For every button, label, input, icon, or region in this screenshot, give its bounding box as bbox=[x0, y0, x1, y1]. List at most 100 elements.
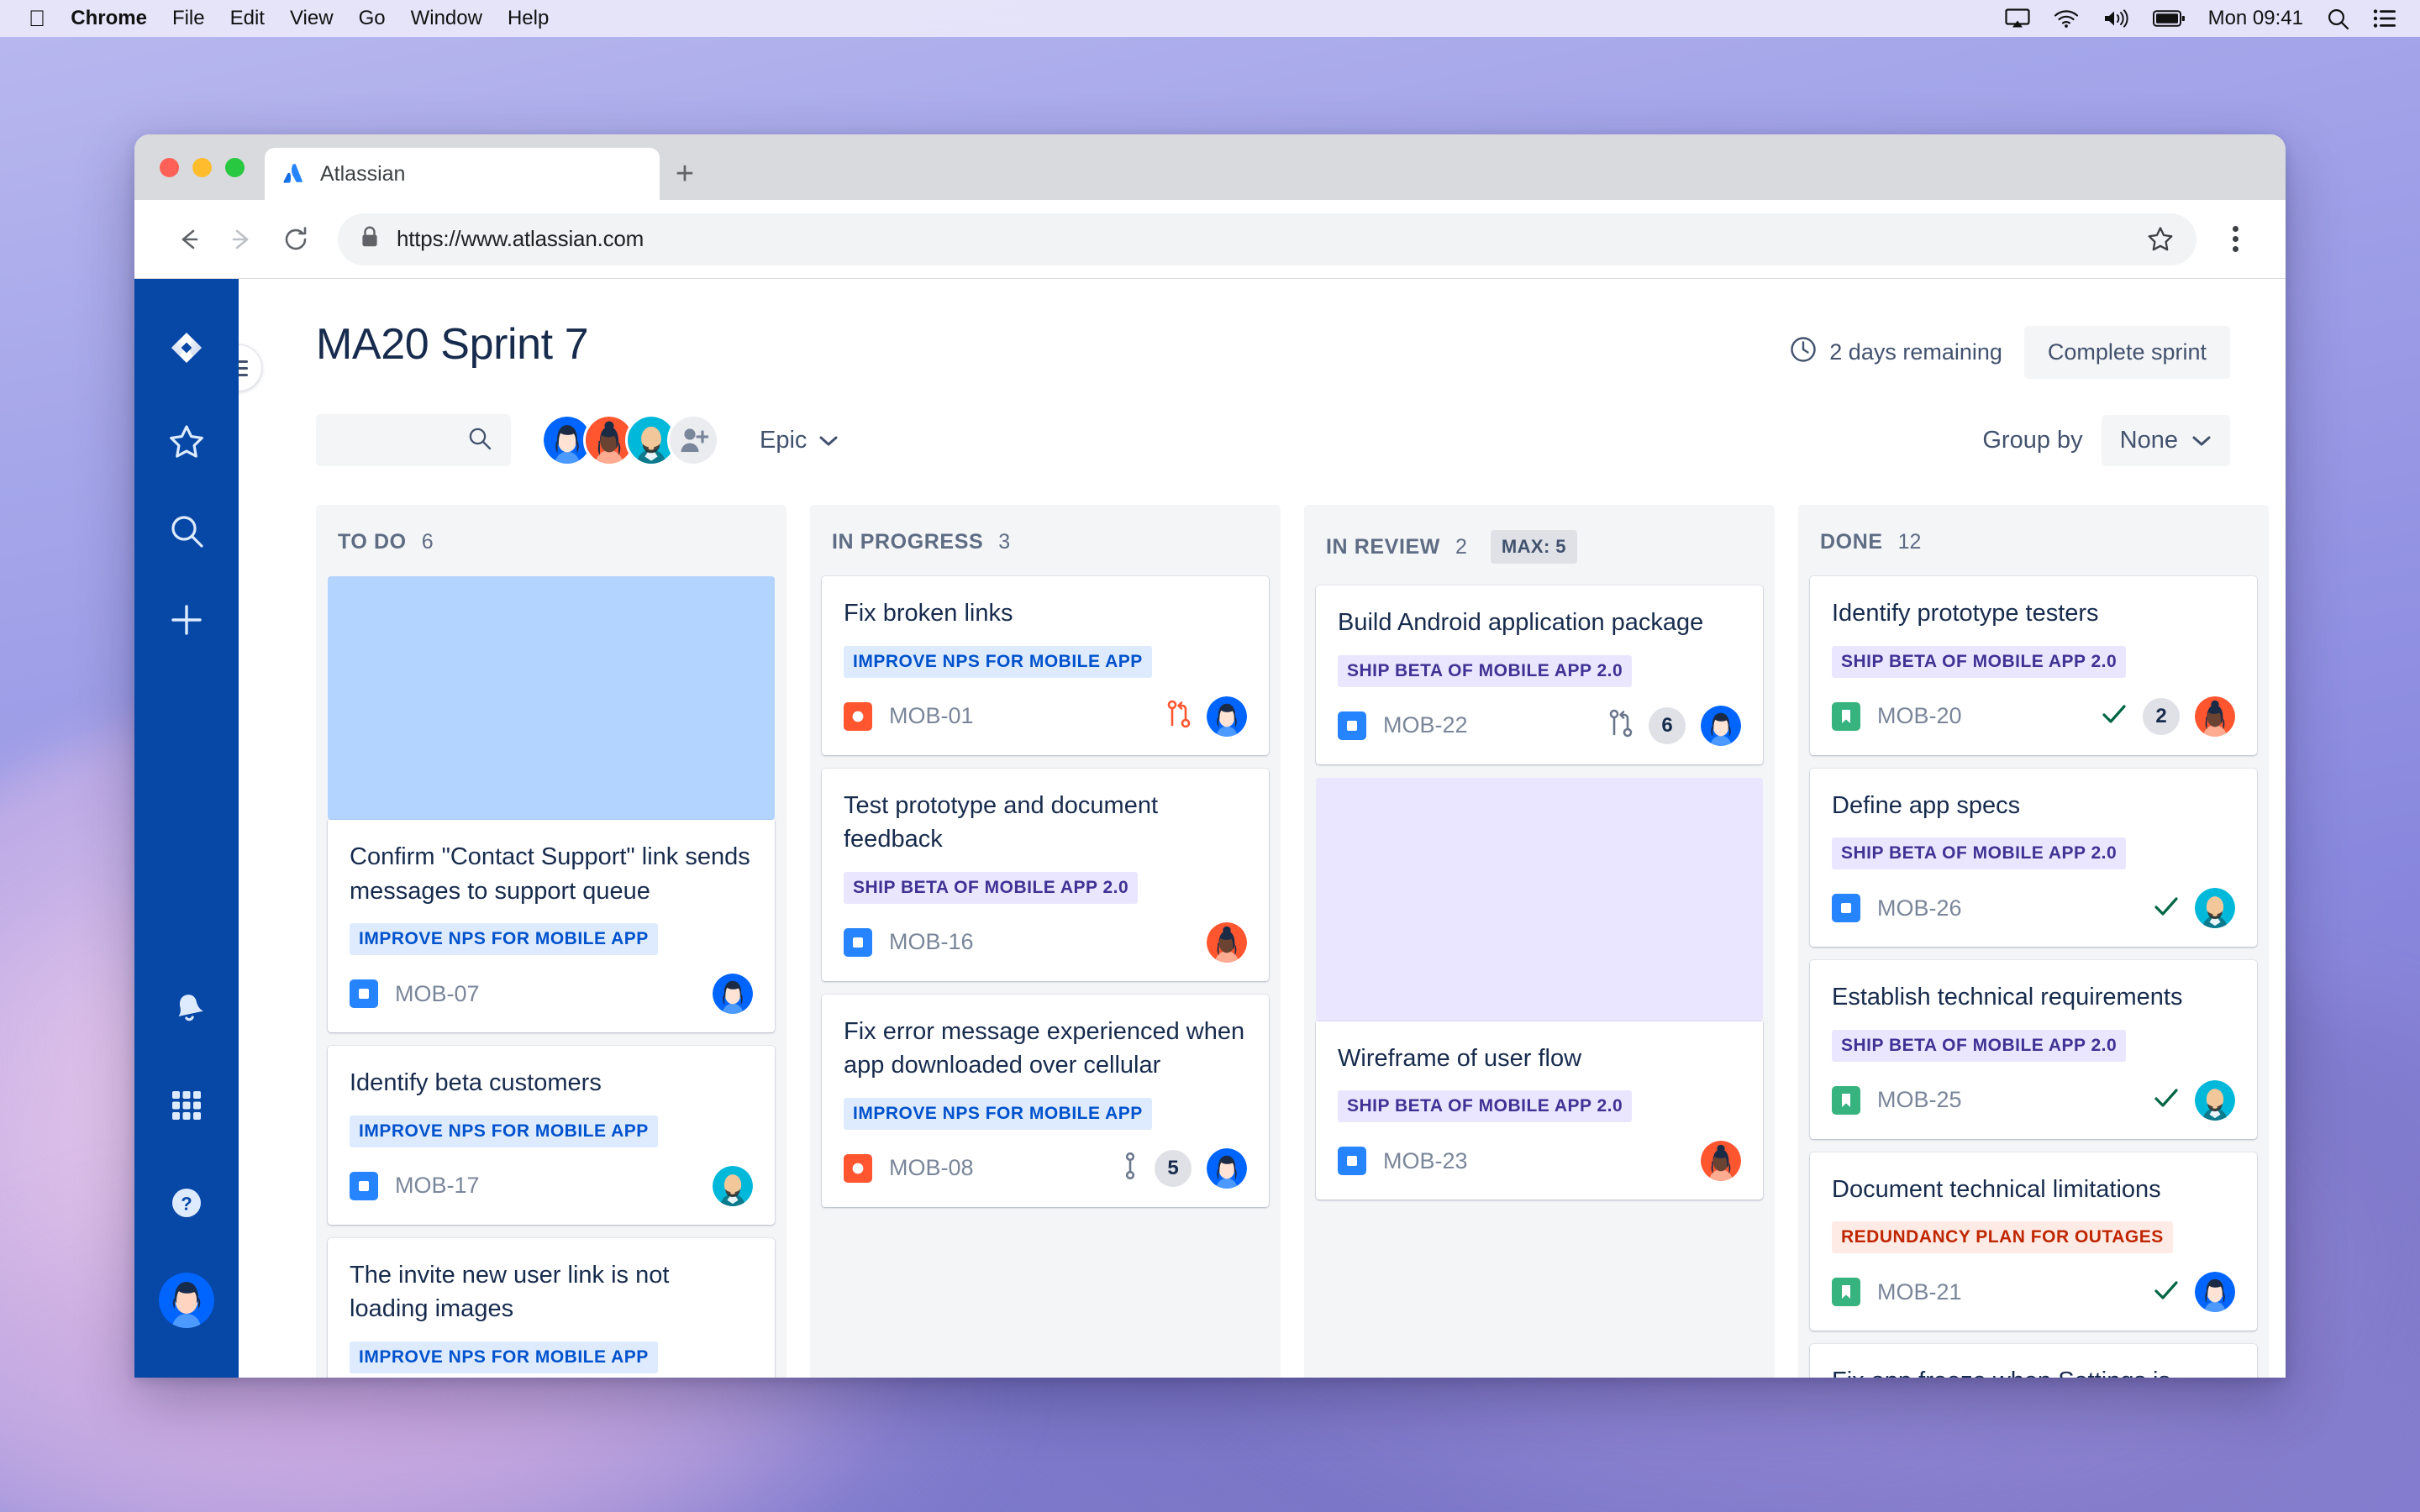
group-by-dropdown[interactable]: None bbox=[2101, 414, 2230, 466]
complete-sprint-button[interactable]: Complete sprint bbox=[2023, 326, 2230, 379]
epic-filter-dropdown[interactable]: Epic bbox=[760, 427, 839, 454]
airplay-icon[interactable] bbox=[2004, 8, 2030, 29]
search-icon[interactable] bbox=[2327, 8, 2349, 30]
menu-item-window[interactable]: Window bbox=[411, 7, 482, 30]
estimate-badge[interactable]: 2 bbox=[2143, 697, 2180, 735]
add-person-icon[interactable] bbox=[667, 414, 719, 466]
menu-item-help[interactable]: Help bbox=[508, 7, 549, 30]
menu-item-view[interactable]: View bbox=[290, 7, 334, 30]
menu-item-go[interactable]: Go bbox=[359, 7, 386, 30]
avatar-blue-woman[interactable] bbox=[1701, 705, 1741, 746]
close-window-button[interactable] bbox=[160, 157, 179, 177]
avatar-orange-woman[interactable] bbox=[1701, 1141, 1741, 1182]
issue-card[interactable]: Establish technical requirements SHIP BE… bbox=[1810, 960, 2257, 1139]
epic-badge[interactable]: SHIP BETA OF MOBILE APP 2.0 bbox=[844, 871, 1139, 904]
epic-badge[interactable]: SHIP BETA OF MOBILE APP 2.0 bbox=[1832, 837, 2127, 870]
issue-card[interactable]: Build Android application package SHIP B… bbox=[1316, 585, 1763, 764]
epic-badge[interactable]: REDUNDANCY PLAN FOR OUTAGES bbox=[1832, 1221, 2173, 1254]
avatar-teal-man[interactable] bbox=[2195, 1079, 2235, 1121]
issue-key[interactable]: MOB-26 bbox=[1877, 895, 1962, 921]
address-bar[interactable]: https://www.atlassian.com bbox=[338, 213, 2196, 265]
menu-item-chrome[interactable]: Chrome bbox=[71, 7, 147, 30]
menu-bar-clock[interactable]: Mon 09:41 bbox=[2208, 7, 2303, 30]
maximize-window-button[interactable] bbox=[225, 157, 245, 177]
issue-key[interactable]: MOB-16 bbox=[889, 929, 974, 955]
new-tab-button[interactable]: + bbox=[660, 148, 710, 200]
issue-card[interactable]: Define app specs SHIP BETA OF MOBILE APP… bbox=[1810, 768, 2257, 948]
forward-arrow-icon[interactable] bbox=[215, 213, 269, 266]
issue-card[interactable]: Identify prototype testers SHIP BETA OF … bbox=[1810, 576, 2257, 755]
story-type-icon bbox=[350, 979, 378, 1009]
issue-key[interactable]: MOB-23 bbox=[1383, 1148, 1468, 1174]
help-icon[interactable]: ? bbox=[156, 1173, 217, 1233]
check-green-icon bbox=[2153, 1086, 2180, 1114]
epic-badge[interactable]: IMPROVE NPS FOR MOBILE APP bbox=[350, 923, 658, 956]
avatar-orange-woman[interactable] bbox=[2195, 696, 2235, 737]
epic-badge[interactable]: SHIP BETA OF MOBILE APP 2.0 bbox=[1338, 654, 1633, 687]
avatar-blue-woman[interactable] bbox=[1207, 696, 1247, 737]
estimate-badge[interactable]: 6 bbox=[1649, 706, 1686, 744]
menu-item-edit[interactable]: Edit bbox=[230, 7, 265, 30]
issue-card[interactable]: Document technical limitations REDUNDANC… bbox=[1810, 1152, 2257, 1331]
issue-card[interactable]: The invite new user link is not loading … bbox=[328, 1237, 775, 1378]
column-cards[interactable]: Confirm "Contact Support" link sends mes… bbox=[316, 576, 786, 1378]
epic-badge[interactable]: IMPROVE NPS FOR MOBILE APP bbox=[350, 1341, 658, 1373]
notifications-bell-icon[interactable] bbox=[156, 978, 217, 1038]
epic-badge[interactable]: SHIP BETA OF MOBILE APP 2.0 bbox=[1832, 645, 2127, 678]
issue-card[interactable]: Fix app freeze when Settings is clicked bbox=[1810, 1344, 2257, 1378]
minimize-window-button[interactable] bbox=[192, 157, 212, 177]
epic-badge[interactable]: IMPROVE NPS FOR MOBILE APP bbox=[844, 645, 1152, 678]
control-center-icon[interactable] bbox=[2373, 8, 2396, 29]
pull-request-grey-icon[interactable] bbox=[1608, 709, 1634, 742]
issue-card[interactable]: Fix error message experienced when app d… bbox=[822, 994, 1269, 1207]
search-input[interactable] bbox=[316, 414, 511, 466]
avatar-blue-woman[interactable] bbox=[2195, 1272, 2235, 1313]
battery-icon[interactable] bbox=[2152, 10, 2185, 27]
starred-icon[interactable] bbox=[156, 412, 217, 472]
estimate-badge[interactable]: 5 bbox=[1155, 1149, 1192, 1187]
issue-card[interactable]: Wireframe of user flow SHIP BETA OF MOBI… bbox=[1316, 1021, 1763, 1200]
menu-item-file[interactable]: File bbox=[172, 7, 205, 30]
issue-card[interactable]: Identify beta customers IMPROVE NPS FOR … bbox=[328, 1046, 775, 1225]
branch-grey-icon[interactable] bbox=[1121, 1152, 1139, 1184]
issue-key[interactable]: MOB-22 bbox=[1383, 712, 1468, 738]
create-icon[interactable] bbox=[156, 590, 217, 650]
volume-icon[interactable] bbox=[2102, 8, 2129, 29]
issue-key[interactable]: MOB-08 bbox=[889, 1155, 974, 1181]
chrome-browser-window: Atlassian + https://www.atlassian.com ? … bbox=[134, 134, 2286, 1378]
column-cards[interactable]: Identify prototype testers SHIP BETA OF … bbox=[1798, 576, 2269, 1378]
column-cards[interactable]: Fix broken links IMPROVE NPS FOR MOBILE … bbox=[810, 576, 1281, 1378]
search-icon[interactable] bbox=[156, 501, 217, 561]
epic-badge[interactable]: SHIP BETA OF MOBILE APP 2.0 bbox=[1338, 1090, 1633, 1123]
profile-avatar[interactable] bbox=[156, 1270, 217, 1331]
avatar-blue-woman[interactable] bbox=[1207, 1147, 1247, 1189]
column-cards[interactable]: Build Android application package SHIP B… bbox=[1304, 585, 1775, 1378]
jira-logo-icon[interactable] bbox=[156, 323, 217, 383]
back-arrow-icon[interactable] bbox=[161, 213, 215, 266]
epic-badge[interactable]: IMPROVE NPS FOR MOBILE APP bbox=[844, 1097, 1152, 1130]
issue-card[interactable]: Fix broken links IMPROVE NPS FOR MOBILE … bbox=[822, 576, 1269, 755]
browser-tab-atlassian[interactable]: Atlassian bbox=[265, 148, 660, 200]
wifi-icon[interactable] bbox=[2054, 9, 2079, 28]
avatar-teal-man[interactable] bbox=[713, 1165, 753, 1206]
epic-badge[interactable]: IMPROVE NPS FOR MOBILE APP bbox=[350, 1115, 658, 1147]
search-icon bbox=[467, 426, 492, 455]
avatar-teal-man[interactable] bbox=[2195, 888, 2235, 929]
issue-card[interactable]: Test prototype and document feedback SHI… bbox=[822, 768, 1269, 981]
issue-key[interactable]: MOB-01 bbox=[889, 703, 974, 729]
issue-key[interactable]: MOB-17 bbox=[395, 1173, 480, 1199]
app-switcher-icon[interactable] bbox=[156, 1075, 217, 1136]
issue-key[interactable]: MOB-21 bbox=[1877, 1279, 1962, 1305]
avatar-orange-woman[interactable] bbox=[1207, 921, 1247, 963]
issue-key[interactable]: MOB-20 bbox=[1877, 703, 1962, 729]
issue-card[interactable]: Confirm "Contact Support" link sends mes… bbox=[328, 820, 775, 1033]
star-outline-icon[interactable] bbox=[2146, 225, 2175, 254]
issue-key[interactable]: MOB-25 bbox=[1877, 1087, 1962, 1113]
issue-key[interactable]: MOB-07 bbox=[395, 981, 480, 1007]
pull-request-red-icon[interactable] bbox=[1166, 700, 1192, 732]
reload-icon[interactable] bbox=[269, 213, 323, 266]
avatar-blue-woman[interactable] bbox=[713, 974, 753, 1015]
epic-badge[interactable]: SHIP BETA OF MOBILE APP 2.0 bbox=[1832, 1029, 2127, 1062]
apple-logo-icon[interactable]:  bbox=[29, 7, 45, 30]
kebab-menu-icon[interactable] bbox=[2212, 216, 2259, 263]
